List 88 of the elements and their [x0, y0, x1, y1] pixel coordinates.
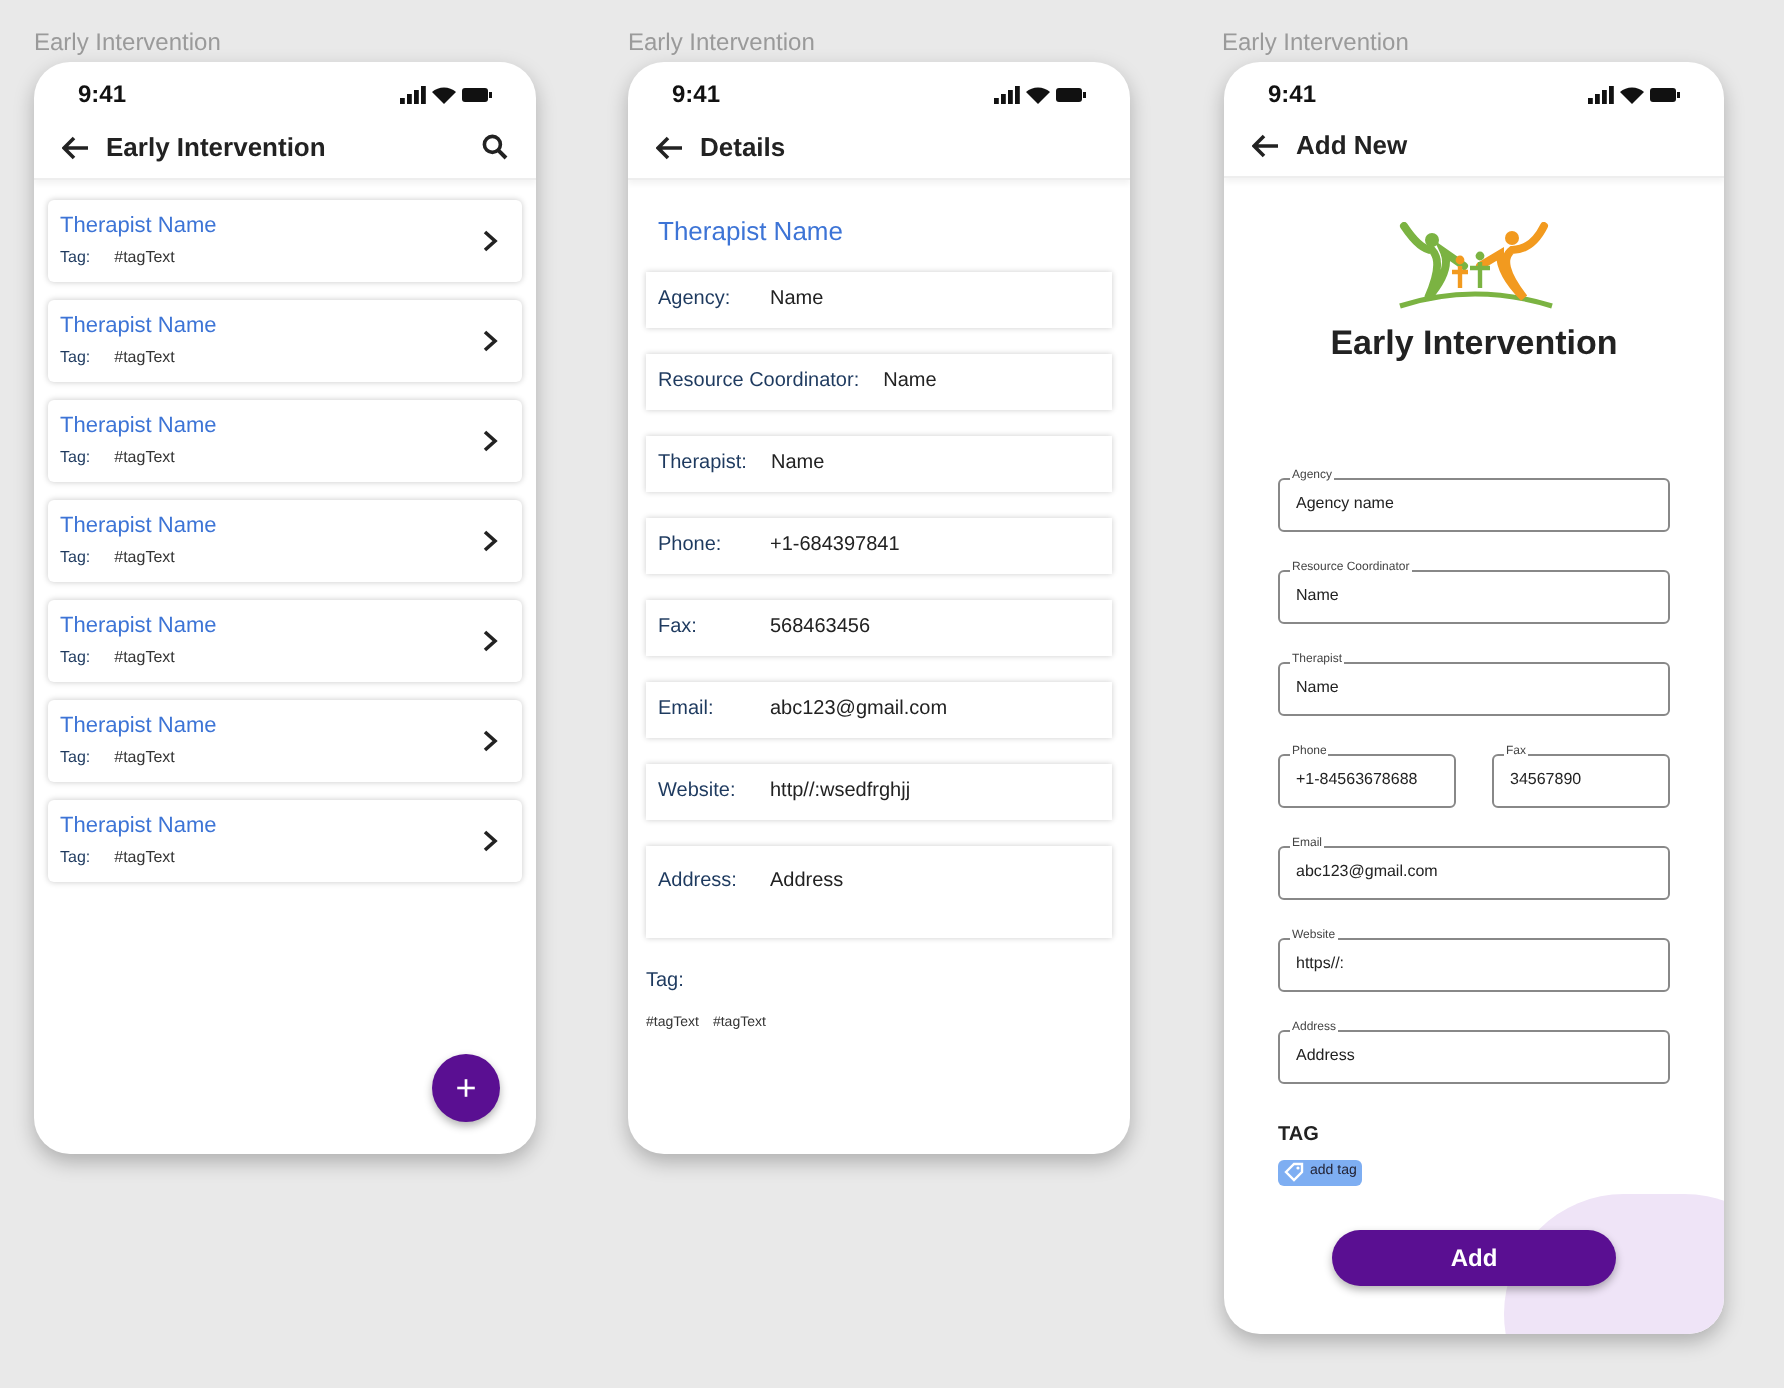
therapist-name: Therapist Name: [60, 213, 217, 239]
signal-icon: [1588, 85, 1614, 103]
tag-text: #tagText: [114, 245, 175, 269]
battery-icon: [1650, 87, 1680, 101]
tag-label: Tag:: [60, 645, 91, 669]
battery-icon: [1056, 87, 1086, 101]
tag-text: #tagText: [114, 745, 175, 769]
screen-title: Details: [700, 129, 786, 166]
field-label: Address:: [658, 867, 739, 895]
tag-label: Tag:: [646, 967, 684, 995]
chevron-right-icon: [482, 830, 498, 852]
field-value: +1-684397841: [770, 532, 900, 560]
tag-icon: [1284, 1162, 1304, 1182]
wifi-icon: [1026, 85, 1050, 103]
back-arrow-icon[interactable]: [1252, 133, 1280, 157]
frame-caption: Early Intervention: [34, 28, 221, 56]
therapist-name: Therapist Name: [60, 513, 217, 539]
therapist-name: Therapist Name: [60, 713, 217, 739]
tag-text: #tagText: [114, 845, 175, 869]
field-value: Name: [1296, 676, 1339, 700]
chevron-right-icon: [482, 330, 498, 352]
signal-icon: [994, 85, 1020, 103]
field-value: Name: [1296, 584, 1339, 608]
field-label: Resource Coordinator:: [658, 368, 860, 396]
status-time: 9:41: [672, 78, 721, 112]
screen-title: Add New: [1296, 127, 1408, 164]
status-time: 9:41: [78, 78, 127, 112]
field-label: Fax:: [658, 614, 699, 642]
field-value: Agency name: [1296, 492, 1394, 516]
frame-caption: Early Intervention: [628, 28, 815, 56]
field-value: Address: [770, 867, 844, 895]
tag-text: #tagText: [114, 545, 175, 569]
field-value: +1-84563678688: [1296, 768, 1418, 792]
status-time: 9:41: [1268, 78, 1317, 112]
field-value: Name: [770, 286, 824, 314]
logo-text: Early Intervention: [1330, 322, 1618, 366]
therapist-name: Therapist Name: [60, 613, 217, 639]
therapist-name: Therapist Name: [60, 313, 217, 339]
tag-text: #tagText: [114, 445, 175, 469]
tag-label: Tag:: [60, 545, 91, 569]
field-value: 568463456: [770, 614, 871, 642]
tag-label: Tag:: [60, 245, 91, 269]
field-label: Agency:: [658, 286, 733, 314]
therapist-card[interactable]: Therapist Name Tag: #tagText: [48, 300, 522, 382]
therapist-name: Therapist Name: [60, 413, 217, 439]
therapist-card[interactable]: Therapist Name Tag: #tagText: [48, 600, 522, 682]
field-value: Name: [770, 450, 825, 478]
field-value: http//:wsedfrghjj: [770, 778, 911, 806]
field-value: 34567890: [1510, 768, 1582, 792]
back-arrow-icon[interactable]: [62, 135, 90, 159]
tag-label: Tag:: [60, 445, 91, 469]
back-arrow-icon[interactable]: [656, 135, 684, 159]
therapist-name: Therapist Name: [60, 813, 217, 839]
therapist-card[interactable]: Therapist Name Tag: #tagText: [48, 700, 522, 782]
field-label: Therapist:: [658, 450, 747, 478]
therapist-name: Therapist Name: [658, 214, 843, 250]
signal-icon: [400, 85, 426, 103]
wifi-icon: [1620, 85, 1644, 103]
screen-title: Early Intervention: [106, 129, 326, 166]
add-button[interactable]: Add: [1332, 1229, 1616, 1285]
therapist-card[interactable]: Therapist Name Tag: #tagText: [48, 200, 522, 282]
frame-caption: Early Intervention: [1222, 28, 1409, 56]
wifi-icon: [432, 85, 456, 103]
tag-label: Tag:: [60, 745, 91, 769]
field-value: https//:: [1296, 952, 1345, 976]
field-label: Phone:: [658, 532, 724, 560]
field-value: abc123@gmail.com: [770, 696, 948, 724]
therapist-card[interactable]: Therapist Name Tag: #tagText: [48, 500, 522, 582]
chevron-right-icon: [482, 530, 498, 552]
battery-icon: [462, 87, 492, 101]
chevron-right-icon: [482, 730, 498, 752]
field-value: Address: [1296, 1044, 1355, 1068]
chevron-right-icon: [482, 630, 498, 652]
tag-heading: TAG: [1278, 1121, 1319, 1149]
search-icon[interactable]: [482, 134, 508, 160]
chevron-right-icon: [482, 230, 498, 252]
tag-text: #tagText: [114, 345, 175, 369]
therapist-card[interactable]: Therapist Name Tag: #tagText: [48, 800, 522, 882]
field-label: Website:: [658, 778, 738, 806]
field-value: abc123@gmail.com: [1296, 860, 1438, 884]
field-label: Email:: [658, 696, 716, 724]
field-value: Name: [883, 368, 937, 396]
tag-label: Tag:: [60, 345, 91, 369]
tag-text: #tagText: [114, 645, 175, 669]
tag-label: Tag:: [60, 845, 91, 869]
chevron-right-icon: [482, 430, 498, 452]
add-button[interactable]: +: [432, 1054, 500, 1122]
therapist-card[interactable]: Therapist Name Tag: #tagText: [48, 400, 522, 482]
